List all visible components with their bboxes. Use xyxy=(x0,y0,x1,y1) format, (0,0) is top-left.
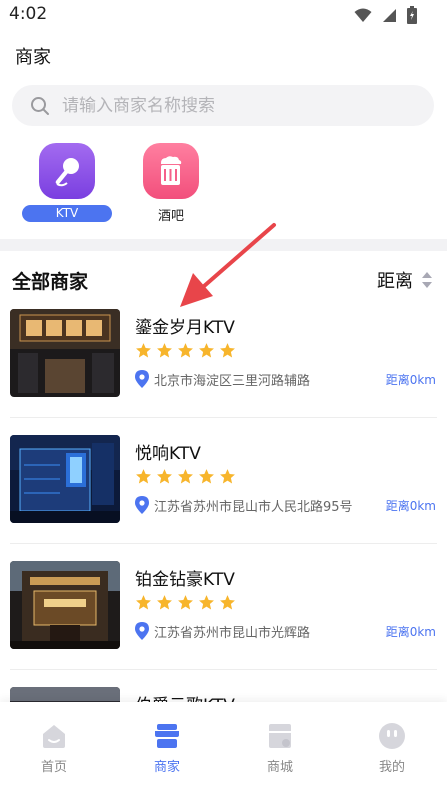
bottom-tab-bar: 首页 商家 商城 我的 xyxy=(0,702,447,791)
tab-shop[interactable]: 商城 xyxy=(250,722,310,775)
star-icon xyxy=(136,343,151,358)
category-ktv[interactable]: KTV xyxy=(22,143,112,222)
tab-merchants[interactable]: 商家 xyxy=(137,722,197,775)
star-icon xyxy=(157,595,172,610)
star-rating xyxy=(135,594,236,611)
category-label-bar: 酒吧 xyxy=(157,209,184,224)
star-rating xyxy=(135,468,236,485)
status-bar: 4:02 xyxy=(0,0,447,30)
store-address: 北京市海淀区三里河路辅路 xyxy=(154,374,311,389)
star-icon xyxy=(199,595,214,610)
tab-label: 商城 xyxy=(266,760,293,775)
sort-arrows-icon xyxy=(422,272,432,288)
star-icon xyxy=(178,595,193,610)
star-icon xyxy=(136,469,151,484)
tab-label: 商家 xyxy=(153,760,180,775)
beer-mug-icon xyxy=(143,143,199,199)
sort-label: 距离 xyxy=(377,271,413,292)
tab-label: 我的 xyxy=(378,760,405,775)
star-icon xyxy=(220,595,235,610)
location-pin-icon xyxy=(135,622,149,640)
sort-by-distance[interactable]: 距离 xyxy=(377,267,433,293)
star-icon xyxy=(178,343,193,358)
page-title: 商家 xyxy=(15,47,51,68)
store-thumbnail xyxy=(10,561,120,649)
store-thumbnail xyxy=(10,435,120,523)
section-divider xyxy=(0,239,447,251)
tab-home[interactable]: 首页 xyxy=(24,722,84,775)
star-icon xyxy=(136,595,151,610)
section-title: 全部商家 xyxy=(12,271,89,293)
location-pin-icon xyxy=(135,496,149,514)
category-label-ktv: KTV xyxy=(22,205,112,222)
row-divider xyxy=(10,417,437,418)
star-icon xyxy=(220,343,235,358)
tab-profile[interactable]: 我的 xyxy=(362,722,422,775)
star-icon xyxy=(178,469,193,484)
star-icon xyxy=(157,343,172,358)
location-pin-icon xyxy=(135,370,149,388)
star-icon xyxy=(157,469,172,484)
tab-label: 首页 xyxy=(40,760,67,775)
row-divider xyxy=(10,543,437,544)
search-bar[interactable] xyxy=(12,85,434,126)
status-time: 4:02 xyxy=(9,4,48,24)
store-distance: 距离0km xyxy=(385,625,436,639)
store-address: 江苏省苏州市昆山市人民北路95号 xyxy=(154,500,353,515)
status-icons xyxy=(354,6,417,24)
category-bar[interactable]: 酒吧 xyxy=(126,143,216,224)
wifi-icon xyxy=(354,8,372,22)
store-name: 铂金钻豪KTV xyxy=(135,570,235,590)
store-item[interactable]: 鎏金岁月KTV 北京市海淀区三里河路辅路 距离0km xyxy=(0,309,447,435)
star-icon xyxy=(199,469,214,484)
store-name: 悦响KTV xyxy=(135,444,201,464)
search-icon xyxy=(31,96,49,115)
shop-icon xyxy=(269,724,291,748)
store-item[interactable]: 悦响KTV 江苏省苏州市昆山市人民北路95号 距离0km xyxy=(0,435,447,561)
store-address: 江苏省苏州市昆山市光辉路 xyxy=(154,626,311,641)
profile-icon xyxy=(379,723,405,749)
store-distance: 距离0km xyxy=(385,499,436,513)
cellular-signal-icon xyxy=(383,8,396,22)
star-icon xyxy=(199,343,214,358)
battery-icon xyxy=(407,6,417,24)
star-rating xyxy=(135,342,236,359)
home-icon xyxy=(43,725,65,748)
store-icon xyxy=(155,724,179,748)
store-name: 鎏金岁月KTV xyxy=(135,318,235,338)
store-thumbnail xyxy=(10,309,120,397)
row-divider xyxy=(10,669,437,670)
star-icon xyxy=(220,469,235,484)
microphone-icon xyxy=(39,143,95,199)
store-item[interactable]: 铂金钻豪KTV 江苏省苏州市昆山市光辉路 距离0km xyxy=(0,561,447,687)
search-input[interactable] xyxy=(62,95,402,116)
store-distance: 距离0km xyxy=(385,373,436,387)
